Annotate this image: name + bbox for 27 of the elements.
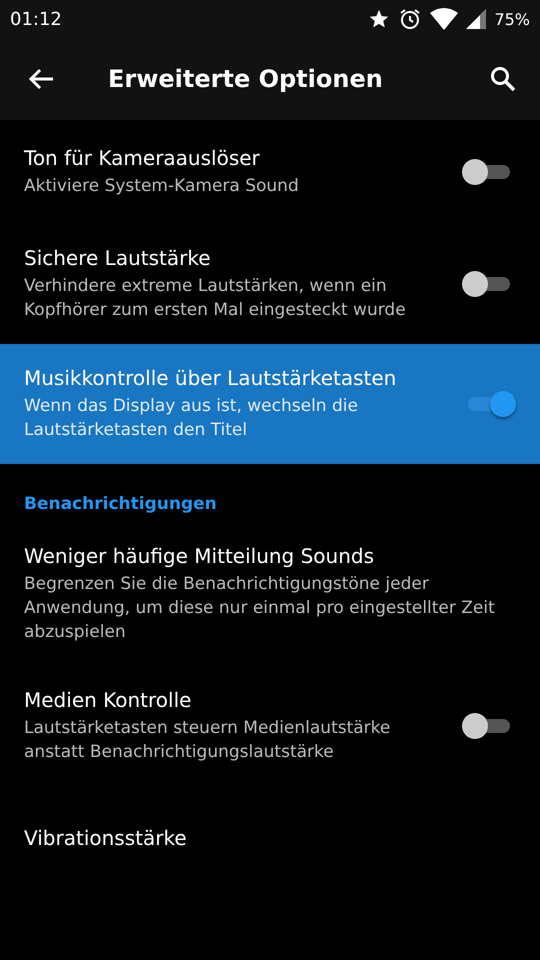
setting-row[interactable]: Sichere Lautstärke Verhindere extreme Lautstärken, wenn ein Kopfhörer zum ersten Mal eingesteckt wurde [0, 224, 540, 344]
setting-row[interactable]: Musikkontrolle über Lautstärketasten Wenn das Display aus ist, wechseln die Lautstärketasten den Titel [0, 344, 540, 464]
setting-title: Medien Kontrolle [24, 688, 192, 712]
setting-row[interactable]: Ton für Kameraauslöser Aktiviere System-Kamera Sound [0, 120, 540, 224]
setting-row[interactable]: Weniger häufige Mitteilung Sounds Begrenzen Sie die Benachrichtigungstöne jeder Anwendung, um diese nur einmal pro eingestellter Zeit abzuspielen [0, 522, 540, 666]
setting-row[interactable]: Medien Kontrolle Lautstärketasten steuern Medienlautstärke anstatt Benachrichtigungslautstärke [0, 666, 540, 786]
setting-title: Ton für Kameraauslöser [24, 146, 261, 170]
status-time: 01:12 [10, 8, 62, 30]
alarm-icon [398, 7, 422, 31]
battery-percentage: 75% [494, 10, 530, 28]
back-arrow-icon[interactable] [28, 68, 54, 90]
page-title: Erweiterte Optionen [108, 65, 384, 93]
wifi-icon [430, 8, 458, 30]
setting-summary: Verhindere extreme Lautstärken, wenn ein Kopfhörer zum ersten Mal eingesteckt wurde [24, 275, 407, 322]
section-header: Benachrichtigungen [23, 493, 218, 516]
setting-title: Weniger häufige Mitteilung Sounds [24, 544, 375, 568]
setting-title: Vibrationsstärke [24, 826, 188, 850]
star-icon [368, 8, 390, 30]
signal-icon [466, 9, 486, 29]
setting-summary: Aktiviere System-Kamera Sound [24, 175, 300, 198]
setting-title: Sichere Lautstärke [24, 246, 212, 270]
setting-title: Musikkontrolle über Lautstärketasten [24, 366, 398, 390]
setting-summary: Begrenzen Sie die Benachrichtigungstöne jeder Anwendung, um diese nur einmal pro eingestellter Zeit abzuspielen [24, 573, 496, 644]
search-icon[interactable] [490, 66, 516, 92]
setting-row[interactable]: Vibrationsstärke [0, 786, 540, 890]
setting-summary: Wenn das Display aus ist, wechseln die Lautstärketasten den Titel [24, 395, 359, 442]
setting-summary: Lautstärketasten steuern Medienlautstärke anstatt Benachrichtigungslautstärke [24, 717, 392, 764]
